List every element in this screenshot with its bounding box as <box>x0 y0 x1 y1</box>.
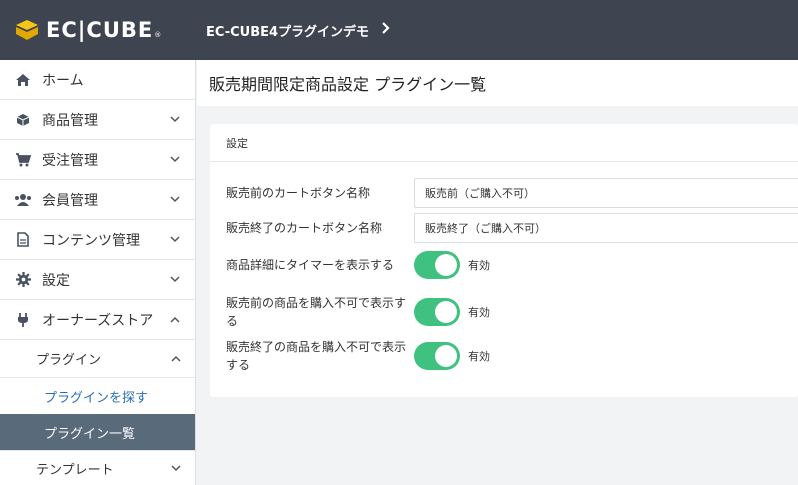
before-sale-button-name-input[interactable]: 販売前（ご購入不可） <box>414 178 798 208</box>
sidebar-item-orders[interactable]: 受注管理 <box>0 140 195 180</box>
sidebar-item-label: ホーム <box>42 72 84 89</box>
toggle-row-timer: 商品詳細にタイマーを表示する 有効 <box>226 251 798 279</box>
toggle-knob <box>435 301 457 323</box>
chevron-right-icon <box>381 22 391 38</box>
gear-icon <box>14 271 32 289</box>
field-label: 販売前のカートボタン名称 <box>226 186 371 200</box>
top-header: EC|CUBE ® EC-CUBE4プラグインデモ <box>0 0 798 60</box>
sidebar-item-label: 商品管理 <box>42 112 98 129</box>
plug-icon <box>14 311 32 329</box>
chevron-down-icon <box>169 234 181 246</box>
chevron-down-icon <box>169 194 181 206</box>
after-sale-button-name-input[interactable]: 販売終了（ご購入不可） <box>414 213 798 243</box>
toggle-knob <box>435 254 457 276</box>
sidebar-subitem-label: プラグイン <box>36 353 102 368</box>
logo-registered-mark: ® <box>154 31 162 39</box>
toggle-state-label: 有効 <box>468 259 490 272</box>
users-icon <box>14 191 32 209</box>
chevron-up-icon <box>171 351 181 366</box>
cube-icon <box>14 111 32 129</box>
page-header: 販売期間限定商品設定 プラグイン一覧 <box>197 60 798 106</box>
shop-name-link[interactable]: EC-CUBE4プラグインデモ <box>206 21 391 40</box>
input-value: 販売終了（ご購入不可） <box>425 222 546 235</box>
sidebar: ホーム 商品管理 受注管理 会員管理 コンテンツ管理 設定 オーナーズストア プ… <box>0 60 196 485</box>
card-header: 設定 <box>210 124 798 162</box>
chevron-down-icon <box>169 274 181 286</box>
sidebar-link-plugin-list[interactable]: プラグイン一覧 <box>0 414 195 450</box>
toggle-state-label: 有効 <box>468 306 490 319</box>
settings-card: 設定 販売前のカートボタン名称 販売前（ご購入不可） 販売終了のカートボタン名称… <box>210 124 798 397</box>
toggle-knob <box>435 345 457 367</box>
sidebar-subitem-template[interactable]: テンプレート <box>0 450 195 485</box>
sidebar-link-label: プラグイン一覧 <box>44 426 136 442</box>
shop-name: EC-CUBE4プラグインデモ <box>206 24 370 40</box>
home-icon <box>14 71 32 89</box>
logo-cube-icon <box>14 19 40 41</box>
toggle-label: 商品詳細にタイマーを表示する <box>226 258 395 272</box>
sidebar-item-contents[interactable]: コンテンツ管理 <box>0 220 195 260</box>
toggle-label: 販売終了の商品を購入不可で表示する <box>226 340 407 372</box>
sidebar-item-label: オーナーズストア <box>42 312 154 329</box>
sidebar-item-customers[interactable]: 会員管理 <box>0 180 195 220</box>
field-label: 販売終了のカートボタン名称 <box>226 221 383 235</box>
sidebar-link-label: プラグインを探す <box>44 390 149 406</box>
after-sale-toggle-wrap: 有効 <box>414 342 490 370</box>
after-sale-toggle[interactable] <box>414 342 460 370</box>
before-sale-toggle[interactable] <box>414 298 460 326</box>
sidebar-item-settings[interactable]: 設定 <box>0 260 195 300</box>
before-sale-toggle-wrap: 有効 <box>414 298 490 326</box>
sidebar-item-label: 設定 <box>42 272 70 289</box>
sidebar-item-home[interactable]: ホーム <box>0 60 195 100</box>
file-icon <box>14 231 32 249</box>
sidebar-item-label: 受注管理 <box>42 152 98 169</box>
toggle-state-label: 有効 <box>468 350 490 363</box>
sidebar-item-owners-store[interactable]: オーナーズストア <box>0 300 195 340</box>
card-title: 設定 <box>226 136 248 150</box>
page-title: 販売期間限定商品設定 プラグイン一覧 <box>209 75 487 94</box>
toggle-label: 販売前の商品を購入不可で表示する <box>226 296 407 328</box>
sidebar-item-label: 会員管理 <box>42 192 98 209</box>
toggle-row-before-sale: 販売前の商品を購入不可で表示する 有効 <box>226 294 798 330</box>
input-value: 販売前（ご購入不可） <box>425 187 535 200</box>
timer-toggle[interactable] <box>414 251 460 279</box>
sidebar-subitem-label: テンプレート <box>36 463 114 478</box>
chevron-down-icon <box>171 461 181 476</box>
sidebar-subitem-plugin[interactable]: プラグイン <box>0 340 195 378</box>
chevron-down-icon <box>169 154 181 166</box>
sidebar-item-label: コンテンツ管理 <box>42 232 140 249</box>
field-row-before-sale: 販売前のカートボタン名称 販売前（ご購入不可） <box>226 178 798 208</box>
cart-icon <box>14 151 32 169</box>
logo[interactable]: EC|CUBE ® <box>0 0 196 60</box>
timer-toggle-wrap: 有効 <box>414 251 490 279</box>
toggle-row-after-sale: 販売終了の商品を購入不可で表示する 有効 <box>226 338 798 374</box>
sidebar-link-plugin-search[interactable]: プラグインを探す <box>0 378 195 414</box>
field-row-after-sale: 販売終了のカートボタン名称 販売終了（ご購入不可） <box>226 213 798 243</box>
chevron-up-icon <box>169 314 181 326</box>
sidebar-item-products[interactable]: 商品管理 <box>0 100 195 140</box>
chevron-down-icon <box>169 114 181 126</box>
logo-text: EC|CUBE <box>46 18 154 42</box>
